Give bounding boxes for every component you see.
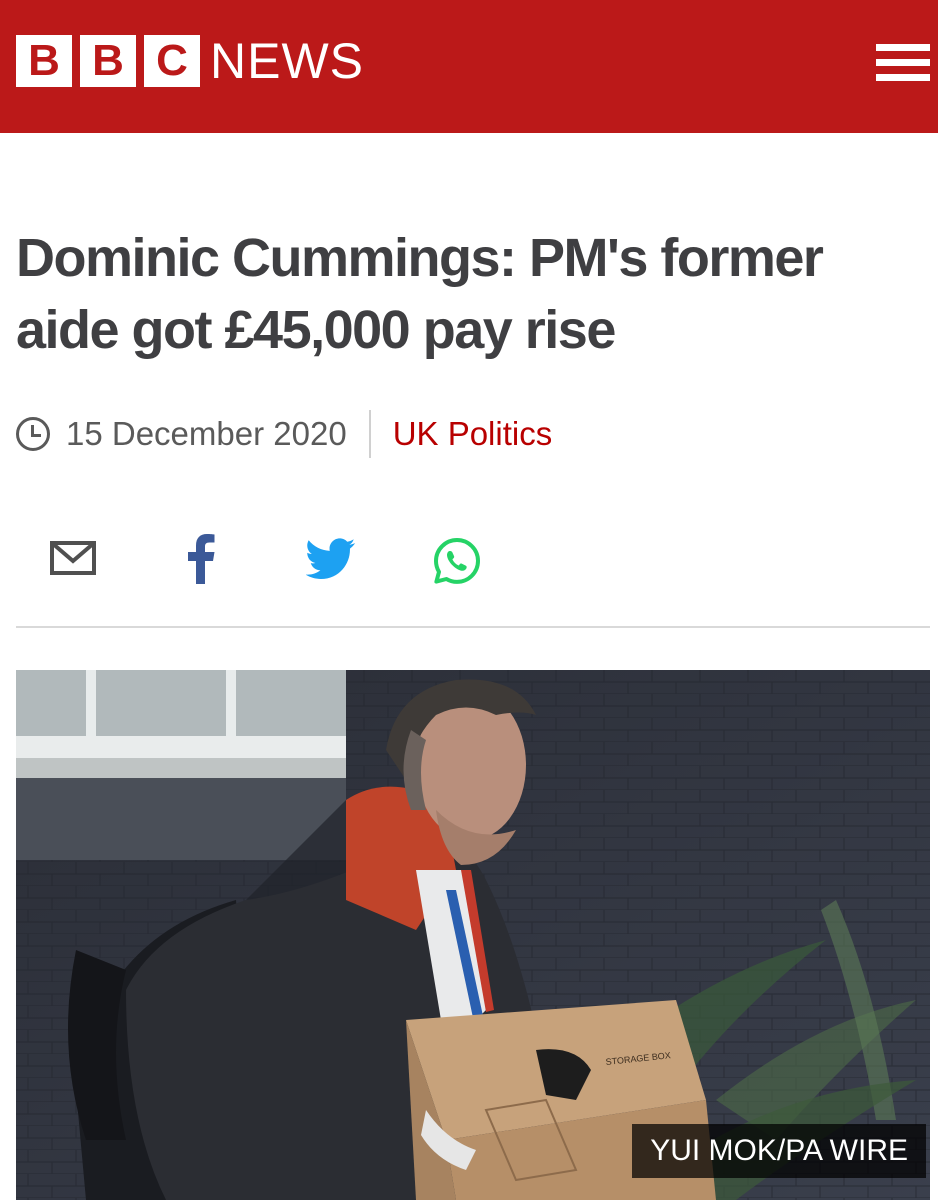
email-icon[interactable] xyxy=(50,540,96,581)
bbc-logo[interactable]: B B C xyxy=(16,35,200,87)
article-date: 15 December 2020 xyxy=(66,415,347,452)
whatsapp-icon[interactable] xyxy=(432,536,482,591)
clock-icon xyxy=(16,417,50,451)
menu-bar xyxy=(876,44,930,51)
article-headline: Dominic Cummings: PM's former aide got £… xyxy=(16,228,824,360)
twitter-icon[interactable] xyxy=(305,538,356,585)
menu-bar xyxy=(876,74,930,81)
masthead: B B C NEWS xyxy=(0,0,938,133)
share-bar xyxy=(16,520,930,628)
article-hero-image: STORAGE BOX YUI MOK/PA WIRE xyxy=(16,670,930,1200)
image-copyright: YUI MOK/PA WIRE xyxy=(632,1124,926,1178)
meta-divider xyxy=(368,410,371,458)
bbc-logo-letter: B xyxy=(16,35,72,87)
article-meta: 15 December 2020 UK Politics xyxy=(16,410,552,458)
menu-bar xyxy=(876,59,930,66)
hamburger-menu-icon[interactable] xyxy=(876,42,932,84)
hero-photo: STORAGE BOX xyxy=(16,670,930,1200)
category-link[interactable]: UK Politics xyxy=(393,415,553,453)
bbc-logo-letter: C xyxy=(144,35,200,87)
news-logo-text[interactable]: NEWS xyxy=(210,33,364,89)
bbc-logo-letter: B xyxy=(80,35,136,87)
facebook-icon[interactable] xyxy=(186,534,216,589)
